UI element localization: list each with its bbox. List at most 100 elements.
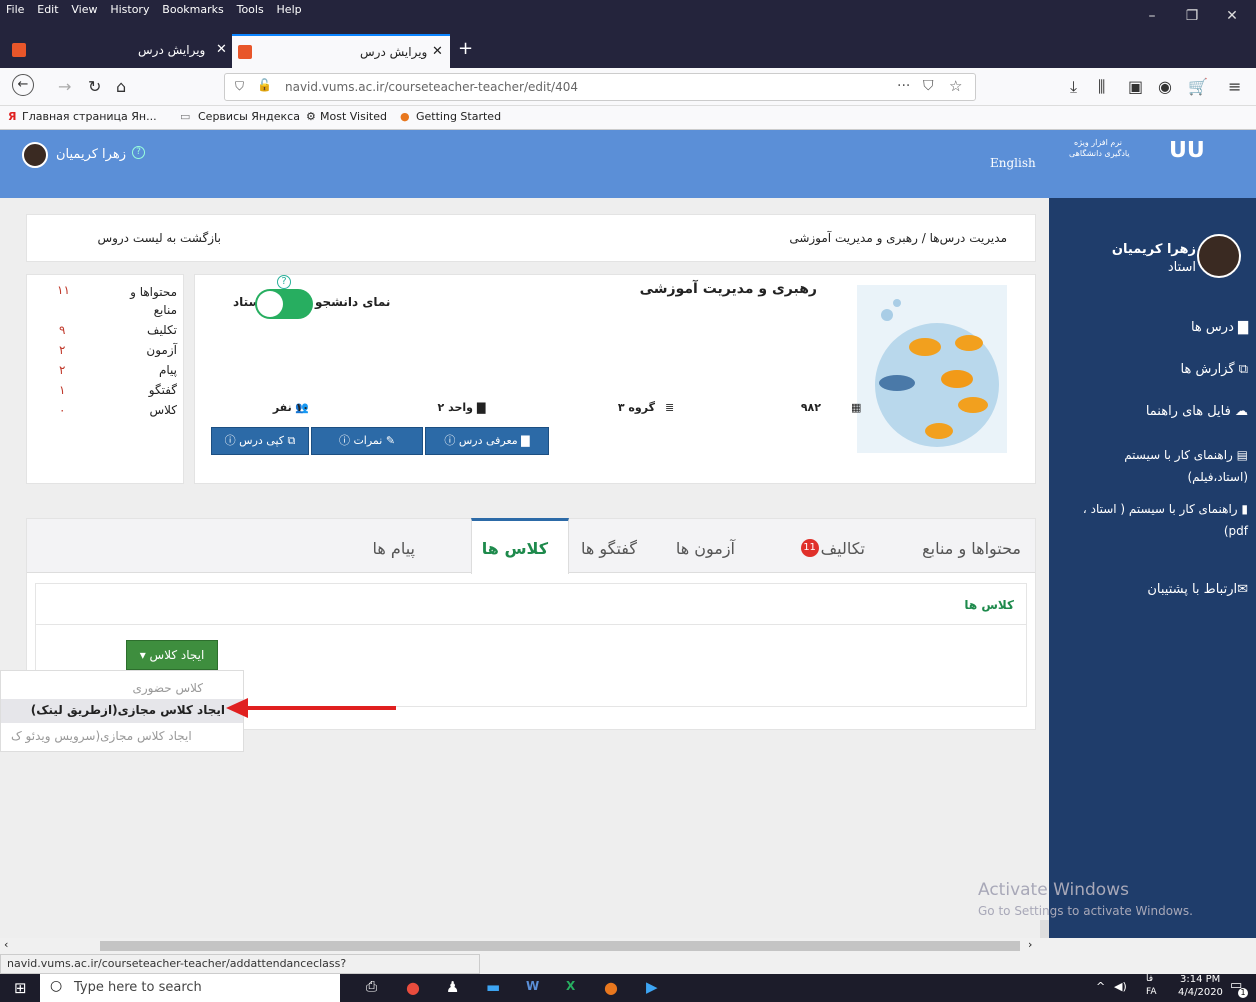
dropdown-virtual-link-item[interactable]: ایجاد کلاس مجازی(ازطریق لینک)	[1, 699, 243, 723]
pocket-icon[interactable]: ⛉	[923, 78, 934, 94]
help-icon: ⓘ	[338, 434, 350, 447]
close-window-icon[interactable]: ✕	[1222, 8, 1242, 24]
notification-count: 1	[1238, 988, 1248, 998]
tab-assignments[interactable]: تکالیف11	[800, 539, 865, 558]
bookmark-yandex-services[interactable]: Сервисы Яндекса	[198, 110, 300, 123]
tab-classes: کلاس ها	[481, 539, 548, 558]
home-icon[interactable]: ⌂	[116, 77, 126, 96]
sidebar-user-name: زهرا کریمیان	[1111, 242, 1196, 257]
grades-button[interactable]: ✎ نمرات ⓘ	[311, 427, 423, 455]
menu-view[interactable]: View	[71, 1, 97, 19]
english-link[interactable]: English	[990, 156, 1036, 170]
stat-row[interactable]: تکلیف ۹	[37, 323, 177, 343]
tab-exams[interactable]: آزمون ها	[676, 539, 735, 558]
bookmark-yandex-home[interactable]: Главная страница Ян...	[22, 110, 157, 123]
menu-bookmarks[interactable]: Bookmarks	[162, 1, 223, 19]
search-input[interactable]: Type here to search	[74, 980, 202, 995]
sidebar-item-help-files[interactable]: ☁ فایل های راهنما	[1146, 404, 1248, 419]
hamburger-menu-icon[interactable]: ≡	[1228, 77, 1241, 96]
download-icon[interactable]: ⤓	[1070, 77, 1077, 97]
taskbar-search[interactable]: ○ Type here to search	[40, 974, 340, 1002]
stats-card: محتواها و منابع ۱۱ تکلیف ۹ آزمون ۲ پیام ۲ گف…	[26, 274, 184, 484]
sidebar-item-courses[interactable]: ▇ درس ها	[1191, 320, 1248, 335]
create-class-button[interactable]: ایجاد کلاس ▾	[126, 640, 218, 670]
chrome-icon[interactable]: ●	[406, 978, 420, 997]
stat-row[interactable]: گفتگو ۱	[37, 383, 177, 403]
stat-row[interactable]: پیام ۲	[37, 363, 177, 383]
volume-icon[interactable]: ◀)	[1114, 980, 1127, 993]
red-arrow-annotation	[226, 698, 396, 718]
dropdown-in-person-class[interactable]: کلاس حضوری	[132, 681, 203, 695]
cart-icon[interactable]: 🛒	[1188, 77, 1208, 96]
app-icon[interactable]: ♟	[446, 978, 459, 996]
horizontal-scrollbar[interactable]: ‹ ›	[0, 938, 1040, 954]
sidebar-item-reports[interactable]: ⧉ گزارش ها	[1181, 362, 1249, 377]
header-user-name[interactable]: زهرا کریمیان	[56, 147, 126, 162]
menu-edit[interactable]: Edit	[37, 1, 58, 19]
back-to-courses-link[interactable]: بازگشت به لیست دروس	[27, 231, 221, 245]
word-icon[interactable]: W	[526, 979, 539, 993]
stat-row[interactable]: آزمون ۲	[37, 343, 177, 363]
scroll-left-icon[interactable]: ‹	[4, 938, 8, 951]
clock-time[interactable]: 3:14 PM	[1180, 974, 1220, 985]
excel-icon[interactable]: X	[566, 979, 575, 993]
reload-icon[interactable]: ↻	[88, 77, 101, 96]
stat-row[interactable]: کلاس ۰	[37, 403, 177, 423]
course-intro-button[interactable]: ▇ معرفی درس ⓘ	[425, 427, 549, 455]
help-icon[interactable]: ?	[132, 146, 145, 159]
forward-icon[interactable]: →	[58, 77, 71, 96]
bookmark-star-icon[interactable]: ☆	[949, 77, 962, 95]
back-icon[interactable]: ←	[12, 74, 34, 96]
sidebar-item-guide-video[interactable]: ▤ راهنمای کار با سیستم (استاد،فیلم)	[1078, 444, 1248, 488]
page-actions-icon[interactable]: ···	[897, 78, 910, 94]
url-text[interactable]: navid.vums.ac.ir/courseteacher-teacher/e…	[285, 80, 578, 94]
view-toggle[interactable]	[255, 289, 313, 319]
language-native[interactable]: فا	[1146, 974, 1153, 984]
menu-history[interactable]: History	[110, 1, 149, 19]
sidebar-item-guide-pdf[interactable]: ▮ راهنمای کار با سیستم ( استاد ، pdf)	[1078, 498, 1248, 542]
tab-contents[interactable]: محتواها و منابع	[922, 539, 1021, 558]
tray-chevron-icon[interactable]: ^	[1096, 980, 1105, 993]
insecure-lock-icon[interactable]: 🔓	[257, 78, 272, 92]
close-tab-icon[interactable]: ✕	[216, 42, 227, 57]
url-bar[interactable]: ⛉ 🔓 navid.vums.ac.ir/courseteacher-teach…	[224, 73, 976, 101]
microphone-icon[interactable]: ⎙	[366, 979, 377, 995]
firefox-icon[interactable]: ●	[604, 978, 618, 997]
scroll-right-icon[interactable]: ›	[1028, 938, 1032, 951]
media-icon[interactable]: ▶	[646, 978, 658, 996]
stat-row[interactable]: محتواها و منابع ۱۱	[37, 283, 177, 323]
tab-discussions[interactable]: گفتگو ها	[581, 539, 637, 558]
site-favicon-icon	[238, 45, 252, 59]
menu-file[interactable]: File	[6, 1, 24, 19]
shield-icon[interactable]: ⛉	[235, 79, 244, 94]
account-icon[interactable]: ◉	[1158, 77, 1172, 96]
dropdown-virtual-video-service[interactable]: ایجاد کلاس مجازی(سرویس ویدئو ک	[11, 729, 192, 743]
clock-date[interactable]: 4/4/2020	[1178, 987, 1223, 998]
tab-messages[interactable]: پیام ها	[373, 539, 415, 558]
language-indicator[interactable]: FA	[1146, 987, 1157, 997]
sidebar-toggle-icon[interactable]: ▣	[1128, 77, 1143, 96]
library-icon[interactable]: ⫼	[1098, 77, 1105, 97]
copy-course-button[interactable]: ⧉ کپی درس ⓘ	[211, 427, 309, 455]
restore-icon[interactable]: ❐	[1182, 8, 1202, 24]
help-icon[interactable]: ?	[277, 275, 291, 289]
avatar[interactable]	[22, 142, 48, 168]
sidebar-item-support[interactable]: ✉ارتباط با پشتیبان	[1147, 582, 1248, 597]
menu-tools[interactable]: Tools	[237, 1, 264, 19]
bookmark-getting-started[interactable]: Getting Started	[416, 110, 501, 123]
close-tab-icon[interactable]: ✕	[432, 44, 443, 59]
browser-tab-2[interactable]: ویرایش درس ✕	[232, 34, 450, 68]
tab-classes-active[interactable]: کلاس ها	[471, 518, 569, 574]
minimize-icon[interactable]: –	[1142, 8, 1162, 24]
new-tab-icon[interactable]: +	[458, 38, 473, 59]
bookmark-most-visited[interactable]: Most Visited	[320, 110, 387, 123]
windows-start-icon[interactable]: ⊞	[14, 979, 27, 997]
browser-tab-1[interactable]: ویرایش درس ✕	[10, 34, 228, 68]
help-icon: ⓘ	[224, 434, 236, 447]
sidebar: زهرا کریمیان استاد ▇ درس ها ⧉ گزارش ها ☁…	[1049, 198, 1256, 938]
scroll-thumb[interactable]	[100, 941, 1020, 951]
navid-logo-icon[interactable]: ᑌᑌ	[1169, 138, 1227, 166]
breadcrumb[interactable]: مدیریت درس‌ها / رهبری و مدیریت آموزشی	[789, 231, 1007, 245]
file-explorer-icon[interactable]: ▬	[486, 978, 500, 996]
menu-help[interactable]: Help	[277, 1, 302, 19]
